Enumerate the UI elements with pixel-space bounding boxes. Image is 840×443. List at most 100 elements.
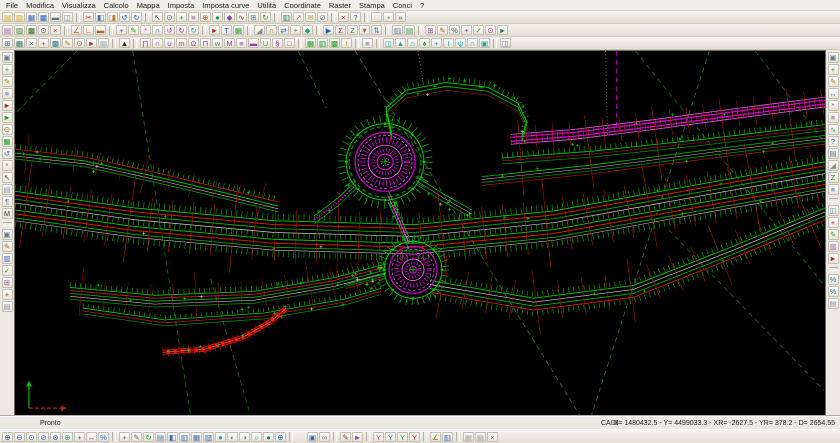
edit-sheet-icon[interactable]: ✎ [437, 25, 448, 35]
vertex-star-icon[interactable]: * [828, 100, 839, 111]
xsection-cut-icon[interactable]: ∪ [164, 38, 175, 48]
table-icon[interactable]: ▥ [281, 12, 292, 22]
grid-cross-icon[interactable]: × [26, 38, 37, 48]
grid-plan-icon[interactable]: ⊞ [2, 38, 13, 48]
info-list-icon[interactable]: ≡ [828, 184, 839, 195]
zoom-dynamic-icon[interactable]: ↔ [86, 432, 97, 442]
filter-green-icon[interactable]: Y [397, 432, 408, 442]
curve-left-icon[interactable]: ↺ [164, 25, 175, 35]
levels-icon[interactable]: ≡ [828, 112, 839, 123]
check-icon[interactable]: ✓ [473, 25, 484, 35]
zoom-extents-icon[interactable]: ⊗ [50, 432, 61, 442]
quick-run-icon[interactable]: ! [341, 38, 352, 48]
node-icon[interactable]: ◆ [302, 25, 313, 35]
move-right-icon[interactable]: ↔ [828, 88, 839, 99]
draw-red-icon[interactable]: ✎ [340, 432, 351, 442]
select-pointer-icon[interactable]: ↖ [152, 12, 163, 22]
flag-note-icon[interactable]: ► [2, 100, 13, 111]
offset-corner-icon[interactable]: ∟ [83, 25, 94, 35]
xsection-kerb-icon[interactable]: § [272, 38, 283, 48]
edit-pencil-icon[interactable]: ✎ [2, 241, 13, 252]
percent-a-icon[interactable]: % [828, 274, 839, 285]
menu-item--[interactable]: ? [416, 1, 428, 10]
move-vertex-icon[interactable]: + [116, 25, 127, 35]
globe-5-icon[interactable]: ● [263, 432, 274, 442]
grid-left-icon[interactable]: ⊞ [2, 277, 13, 288]
camera-view-icon[interactable]: ▣ [2, 52, 13, 63]
edit-right-icon[interactable]: ✎ [828, 76, 839, 87]
snap-star-icon[interactable]: * [2, 160, 13, 171]
toolbar-overflow-icon[interactable]: » [395, 12, 406, 22]
copy-icon[interactable]: ◧ [95, 12, 106, 22]
green-grid-icon[interactable]: ▩ [329, 38, 340, 48]
xsection-pave-icon[interactable]: U [260, 38, 271, 48]
slope-icon[interactable]: ◢ [254, 25, 265, 35]
timer-icon[interactable]: ⊙ [2, 124, 13, 135]
draw-point-icon[interactable]: ● [212, 12, 223, 22]
menu-item-imposta-curve[interactable]: Imposta curve [198, 1, 253, 10]
undo-icon[interactable]: ↺ [119, 12, 130, 22]
document-icon[interactable]: ▤ [98, 38, 109, 48]
disabled-2-icon[interactable]: ▦ [475, 432, 486, 442]
copy-page-icon[interactable]: ◫ [500, 38, 511, 48]
layout-2-icon[interactable]: ▦ [191, 432, 202, 442]
plus-red-icon[interactable]: + [2, 289, 13, 300]
menu-item-modifica[interactable]: Modifica [22, 1, 58, 10]
curve-right-icon[interactable]: ↻ [176, 25, 187, 35]
layout-3-icon[interactable]: ▧ [203, 432, 214, 442]
save-file-icon[interactable]: ▦ [26, 12, 37, 22]
globe-2-icon[interactable]: ◐ [227, 432, 238, 442]
xsection-bank-icon[interactable]: M [224, 38, 235, 48]
profile-wave-icon[interactable]: ∿ [828, 124, 839, 135]
disabled-1-icon[interactable]: ▦ [463, 432, 474, 442]
paragraph-icon[interactable]: ¶ [2, 196, 13, 207]
filter-magenta-icon[interactable]: Y [373, 432, 384, 442]
layer-flag-icon[interactable]: ▦ [2, 136, 13, 147]
xsection-ditch-icon[interactable]: w [212, 38, 223, 48]
redraw-icon[interactable]: ✎ [131, 432, 142, 442]
green-table-icon[interactable]: ▦ [305, 38, 316, 48]
legend-icon[interactable]: ▤ [404, 25, 415, 35]
menu-item-stampa[interactable]: Stampa [355, 1, 389, 10]
insert-vertex-icon[interactable]: * [140, 25, 151, 35]
grid-icon[interactable]: ⊞ [248, 12, 259, 22]
menu-item-visualizza[interactable]: Visualizza [58, 1, 100, 10]
pan-icon[interactable]: + [176, 12, 187, 22]
find-icon[interactable]: ⊙ [38, 25, 49, 35]
help-icon[interactable]: ? [350, 12, 361, 22]
layer-manager-icon[interactable]: ≡ [188, 12, 199, 22]
filter-blue-icon[interactable]: Y [385, 432, 396, 442]
list-small-icon[interactable]: ≡ [362, 38, 373, 48]
data-list-icon[interactable]: ▥ [2, 253, 13, 264]
sketch-pencil-icon[interactable]: ✎ [62, 38, 73, 48]
green-cells-icon[interactable]: ▥ [317, 38, 328, 48]
draw-pencil-icon[interactable]: ✎ [2, 76, 13, 87]
add-right-icon[interactable]: + [828, 64, 839, 75]
view-eye-icon[interactable]: ⊙ [485, 25, 496, 35]
vegetation-icon[interactable]: ♠ [419, 38, 430, 48]
send-back-icon[interactable]: ⊘ [317, 12, 328, 22]
query-icon[interactable]: ? [828, 136, 839, 147]
world-icon[interactable]: ⊕ [275, 432, 286, 442]
person-icon[interactable]: ▲ [119, 38, 130, 48]
pointer-icon[interactable]: ↖ [2, 172, 13, 183]
export-icon[interactable]: ↗ [293, 12, 304, 22]
entity-info-icon[interactable]: ▤ [2, 25, 13, 35]
xsection-view-icon[interactable]: □ [284, 38, 295, 48]
view-3d-icon[interactable]: ◧ [167, 432, 178, 442]
xsection-fill-icon[interactable]: ∩ [152, 38, 163, 48]
clock-icon[interactable]: ⊙ [74, 38, 85, 48]
layers-right-icon[interactable]: ▤ [828, 148, 839, 159]
anchor-icon[interactable]: + [461, 25, 472, 35]
zoom-all-icon[interactable]: ⊕ [62, 432, 73, 442]
delete-icon[interactable]: × [338, 12, 349, 22]
zoom-window-b-icon[interactable]: ⊙ [26, 432, 37, 442]
home-view-icon[interactable]: ⌂ [407, 38, 418, 48]
properties-icon[interactable]: ▣ [828, 52, 839, 63]
grid-fit-icon[interactable]: ▩ [50, 38, 61, 48]
add-entity-icon[interactable]: + [2, 64, 13, 75]
mail-icon[interactable]: ✉ [305, 12, 316, 22]
walkthrough-icon[interactable]: ► [497, 25, 508, 35]
open-folder-icon[interactable]: ▧ [14, 12, 25, 22]
pin-icon[interactable]: ▪ [383, 12, 394, 22]
